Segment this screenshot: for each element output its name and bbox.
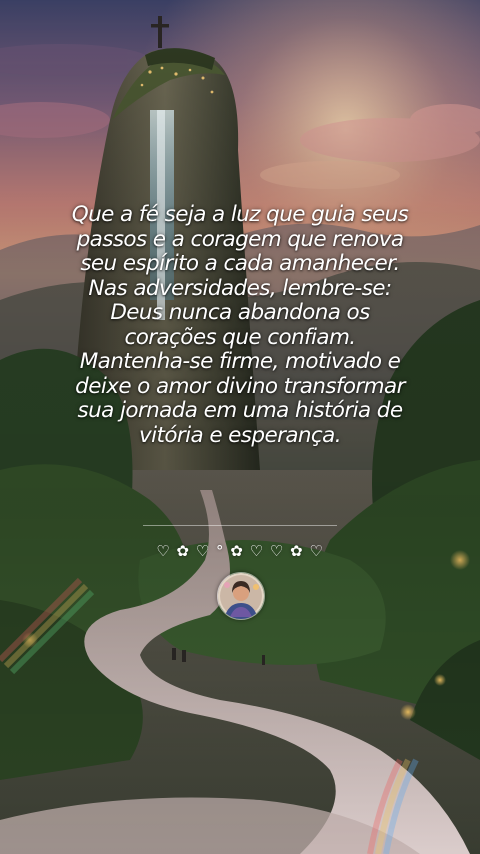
quote-line: Deus nunca abandona os [110, 300, 370, 325]
quote-line: Que a fé seja a luz que guia seus [71, 202, 409, 227]
inspirational-quote: Que a fé seja a luz que guia seus passos… [30, 202, 450, 448]
quote-line: sua jornada em uma história de [77, 398, 404, 423]
scene-background: Que a fé seja a luz que guia seus passos… [0, 0, 480, 854]
quote-line: deixe o amor divino transformar [75, 373, 405, 399]
quote-line: Nas adversidades, lembre-se: [88, 275, 392, 301]
quote-line: Mantenha-se firme, motivado e [79, 349, 401, 374]
quote-line: seu espírito a cada amanhecer. [80, 251, 400, 276]
decorative-symbols: ♡ ✿ ♡ ° ✿ ♡ ♡ ✿ ♡ [156, 542, 324, 560]
quote-line: vitória e esperança. [139, 422, 342, 448]
divider-line [143, 525, 337, 526]
quote-line: passos e a coragem que renova [76, 226, 404, 252]
avatar [217, 572, 265, 620]
quote-line: corações que confiam. [124, 324, 356, 350]
avatar-portrait-icon [218, 573, 264, 619]
